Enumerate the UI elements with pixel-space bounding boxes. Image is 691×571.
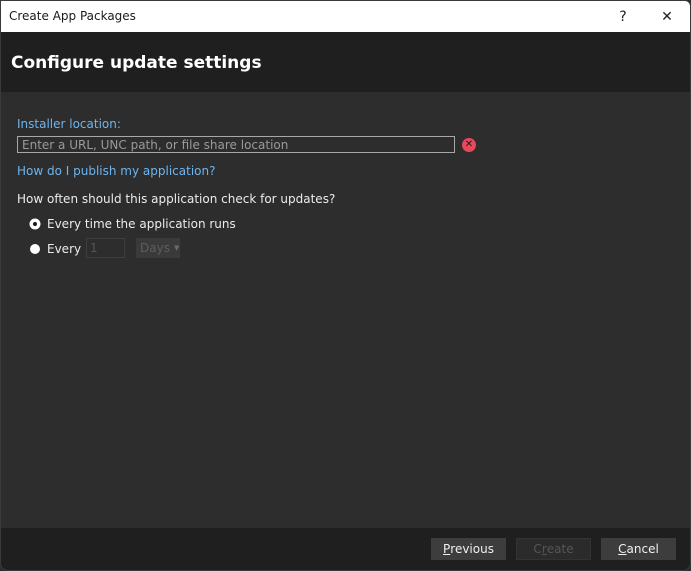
interval-unit-value: Days <box>140 241 170 255</box>
previous-mnemonic: P <box>443 542 451 556</box>
previous-label: revious <box>450 542 494 556</box>
chevron-down-icon: ▼ <box>173 244 180 252</box>
page-header: Configure update settings <box>1 32 690 92</box>
cancel-button[interactable]: Cancel <box>601 538 676 560</box>
interval-unit-dropdown[interactable]: Days ▼ <box>136 238 180 258</box>
dialog-window: Create App Packages ? ✕ Configure update… <box>0 0 691 571</box>
radio-every-interval[interactable]: Every <box>30 242 81 256</box>
cancel-mnemonic: C <box>618 542 627 556</box>
previous-button[interactable]: Previous <box>431 538 506 560</box>
radio-every-run[interactable]: Every time the application runs <box>30 217 236 231</box>
page-title: Configure update settings <box>11 53 262 73</box>
radio-every-run-label: Every time the application runs <box>47 217 236 231</box>
radio-unchecked-icon[interactable] <box>30 244 40 254</box>
help-button[interactable]: ? <box>603 1 643 32</box>
title-bar: Create App Packages ? ✕ <box>1 1 690 32</box>
radio-checked-icon[interactable] <box>30 219 40 229</box>
error-icon: ✕ <box>462 138 476 152</box>
cancel-label: ancel <box>626 542 659 556</box>
create-label-start: C <box>533 542 542 556</box>
help-icon: ? <box>619 8 627 25</box>
create-label-end: eate <box>546 542 574 556</box>
close-icon: ✕ <box>661 8 673 25</box>
radio-every-interval-label: Every <box>47 242 82 256</box>
close-button[interactable]: ✕ <box>647 1 687 32</box>
interval-value-input[interactable]: 1 <box>86 238 125 258</box>
window-title: Create App Packages <box>9 9 136 23</box>
installer-location-input[interactable] <box>17 136 455 153</box>
publish-help-link[interactable]: How do I publish my application? <box>17 164 215 178</box>
create-button[interactable]: Cr eate <box>516 538 591 560</box>
update-frequency-question: How often should this application check … <box>17 192 336 206</box>
installer-location-label: Installer location: <box>17 117 121 131</box>
dialog-footer: Previous Cr eate Cancel <box>1 528 690 570</box>
